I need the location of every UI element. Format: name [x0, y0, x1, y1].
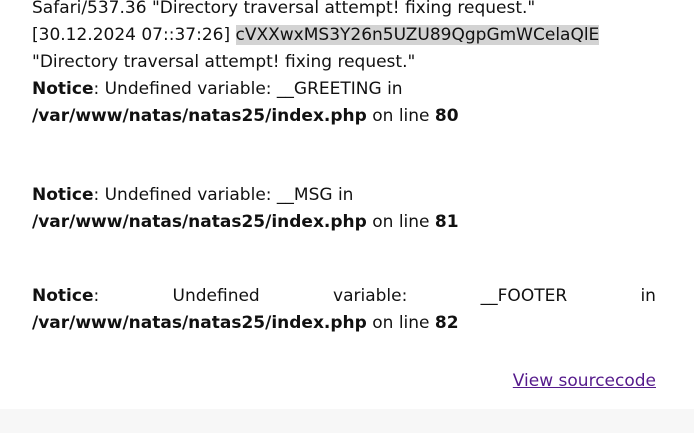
- view-sourcecode-link[interactable]: View sourcecode: [513, 368, 656, 395]
- content-area: Safari/537.36 "Directory traversal attem…: [0, 0, 694, 409]
- log-line-1: Safari/537.36 "Directory traversal attem…: [32, 0, 656, 22]
- notice-message-part: in: [640, 286, 656, 306]
- notice-message-part: __FOOTER: [480, 286, 568, 306]
- log-line-3: "Directory traversal attempt! fixing req…: [32, 49, 656, 76]
- log-timestamp: [30.12.2024 07::37:26]: [32, 25, 231, 45]
- notice-line-number: 82: [434, 313, 459, 333]
- notice-footer: Notice: Undefined variable: __FOOTER in …: [32, 283, 656, 337]
- log-message-text: "Directory traversal attempt! fixing req…: [32, 52, 416, 72]
- notice-message-part: Undefined: [172, 286, 260, 306]
- notice-message: : Undefined variable: __GREETING in: [93, 79, 403, 99]
- notice-label-group: Notice:: [32, 283, 99, 310]
- notice-file-path: /var/www/natas/natas25/index.php: [32, 313, 367, 333]
- notice-msg: Notice: Undefined variable: __MSG in /va…: [32, 182, 656, 236]
- notice-path-line: /var/www/natas/natas25/index.php on line…: [32, 310, 656, 337]
- session-id-selected[interactable]: cVXXwxMS3Y26n5UZU89QgpGmWCelaQlE: [235, 25, 600, 45]
- notice-path-line: /var/www/natas/natas25/index.php on line…: [32, 209, 656, 236]
- log-line-2: [30.12.2024 07::37:26] cVXXwxMS3Y26n5UZU…: [32, 22, 656, 49]
- notice-on-line-text: on line: [372, 106, 430, 126]
- notice-label: Notice: [32, 185, 94, 205]
- notice-line: Notice: Undefined variable: __FOOTER in: [32, 283, 656, 310]
- notice-file-path: /var/www/natas/natas25/index.php: [32, 106, 367, 126]
- notice-line-number: 81: [434, 212, 459, 232]
- page: Safari/537.36 "Directory traversal attem…: [0, 0, 694, 433]
- notice-greeting: Notice: Undefined variable: __GREETING i…: [32, 76, 656, 130]
- notice-label: Notice: [32, 79, 94, 99]
- log-block: Safari/537.36 "Directory traversal attem…: [32, 0, 656, 76]
- notice-path-line: /var/www/natas/natas25/index.php on line…: [32, 103, 656, 130]
- notice-message-part: variable:: [333, 286, 408, 306]
- notice-message: : Undefined variable: __MSG in: [93, 185, 354, 205]
- notice-on-line-text: on line: [372, 313, 430, 333]
- notice-line: Notice: Undefined variable: __GREETING i…: [32, 76, 656, 103]
- notice-on-line-text: on line: [372, 212, 430, 232]
- notice-message-part: :: [93, 286, 100, 306]
- notice-line: Notice: Undefined variable: __MSG in: [32, 182, 656, 209]
- log-user-agent-text: Safari/537.36 "Directory traversal attem…: [32, 0, 536, 18]
- notice-line-number: 80: [434, 106, 459, 126]
- notice-file-path: /var/www/natas/natas25/index.php: [32, 212, 367, 232]
- notice-label: Notice: [32, 286, 94, 306]
